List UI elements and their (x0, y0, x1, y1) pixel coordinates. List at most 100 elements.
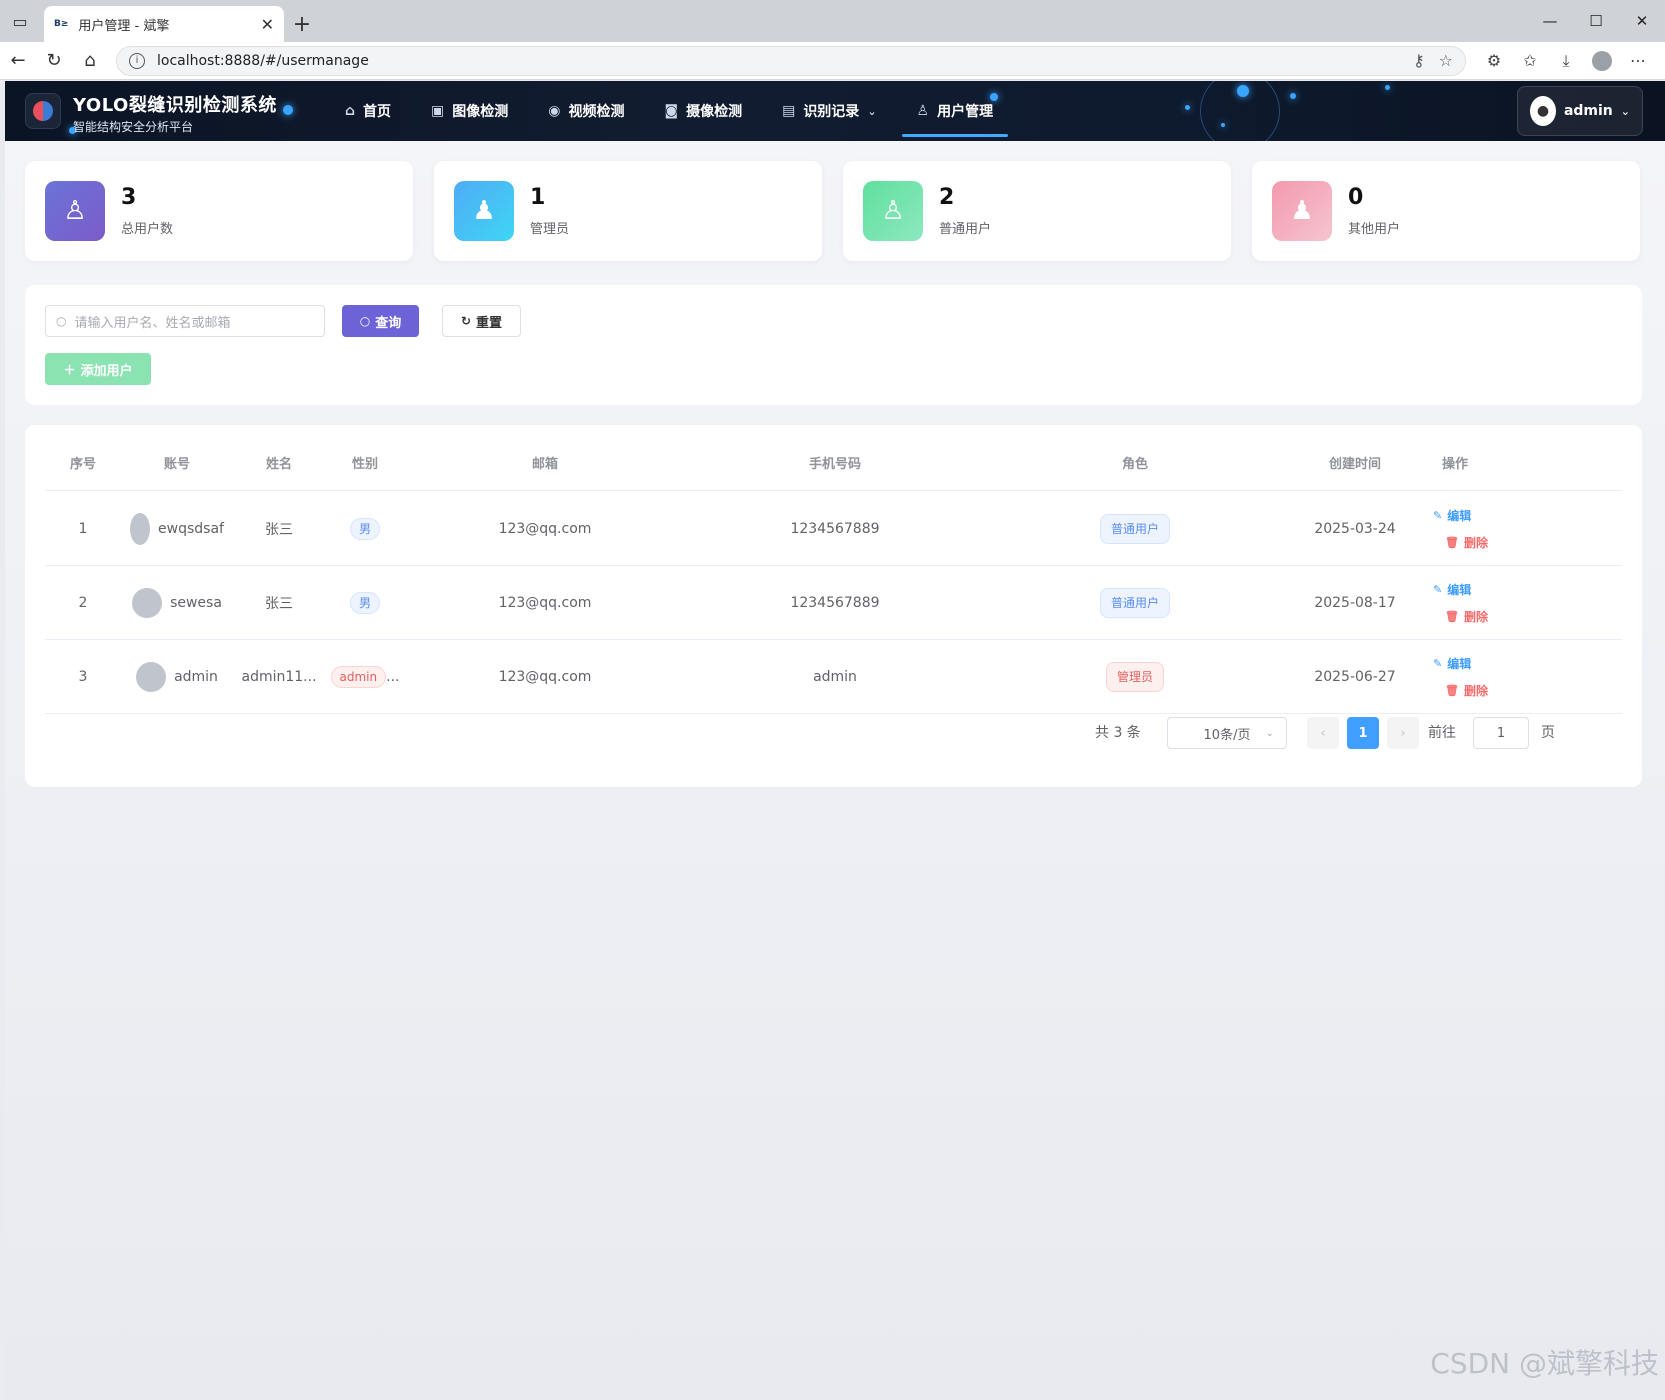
edit-button[interactable]: ✎ 编辑 (1433, 507, 1471, 524)
key-icon[interactable]: ⚷ (1413, 51, 1425, 70)
goto-label: 前往 (1428, 725, 1456, 741)
cell-gender: 男 (325, 566, 405, 640)
nav-video-detect[interactable]: ◉ 视频检测 (528, 81, 644, 141)
stat-value: 1 (530, 185, 546, 210)
gender-tag: 男 (349, 592, 380, 614)
page-size-select[interactable]: 10条/页 ⌄ (1167, 717, 1287, 749)
reset-button[interactable]: ↻ 重置 (442, 305, 521, 337)
pagination: 共 3 条 10条/页 ⌄ ‹ 1 › 前往 1 页 (25, 717, 1642, 749)
camera-icon: ◙ (664, 103, 679, 119)
decor-dot (1185, 105, 1190, 110)
search-placeholder: 请输入用户名、姓名或邮箱 (74, 315, 231, 331)
favorite-star-icon[interactable]: ☆ (1439, 51, 1453, 70)
add-user-button[interactable]: ＋添加用户 (45, 353, 151, 385)
search-input[interactable]: ○ 请输入用户名、姓名或邮箱 (45, 305, 325, 337)
app-logo[interactable] (25, 93, 61, 129)
cell-account: ewqsdsaf (121, 492, 233, 566)
chevron-right-icon: › (1400, 725, 1406, 741)
column-header: 姓名 (265, 457, 292, 472)
home-browser-icon[interactable]: ⌂ (72, 43, 108, 79)
edit-icon: ✎ (1433, 509, 1443, 522)
page-button-current[interactable]: 1 (1347, 717, 1379, 749)
cell-email: 123@qq.com (498, 669, 592, 685)
delete-button[interactable]: 🗑 删除 (1445, 534, 1488, 551)
cell-role: 普通用户 (985, 492, 1285, 566)
favorites-icon[interactable]: ✩ (1512, 43, 1548, 79)
stat-admins: ♟ 1 管理员 (434, 161, 822, 261)
nav-camera-detect[interactable]: ◙ 摄像检测 (644, 81, 762, 141)
cell-created: 2025-08-17 (1314, 595, 1396, 611)
top-nav: ⌂ 首页 ▣ 图像检测 ◉ 视频检测 ◙ 摄像检测 ▤ 识别记录 ⌄ ♙ 用户管理 (325, 81, 1013, 141)
close-tab-icon[interactable]: ✕ (261, 15, 274, 34)
edit-button[interactable]: ✎ 编辑 (1433, 581, 1471, 598)
column-header: 邮箱 (531, 457, 558, 472)
back-icon[interactable]: ← (0, 43, 36, 79)
next-page-button[interactable]: › (1387, 717, 1419, 749)
decor-dot (1290, 93, 1296, 99)
user-menu-button[interactable]: ● admin ⌄ (1517, 86, 1643, 136)
search-card: ○ 请输入用户名、姓名或邮箱 ○ 查询 ↻ 重置 ＋添加用户 (25, 285, 1642, 405)
search-icon: ○ (56, 314, 67, 328)
nav-image-detect[interactable]: ▣ 图像检测 (411, 81, 528, 141)
edit-button[interactable]: ✎ 编辑 (1433, 655, 1471, 672)
profile-icon[interactable] (1592, 50, 1612, 71)
chevron-down-icon: ⌄ (1265, 727, 1274, 739)
nav-user-manage[interactable]: ♙ 用户管理 (897, 81, 1014, 141)
column-header: 创建时间 (1328, 457, 1381, 472)
cell-name: 张三 (265, 522, 293, 538)
home-icon: ⌂ (345, 103, 356, 119)
cell-created: 2025-06-27 (1314, 669, 1396, 685)
goto-page-input[interactable]: 1 (1473, 717, 1529, 749)
cell-index: 2 (78, 595, 88, 611)
column-header: 操作 (1441, 457, 1468, 472)
more-icon[interactable]: ⋯ (1620, 43, 1656, 79)
maximize-icon[interactable]: ☐ (1573, 0, 1619, 42)
address-bar: ← ↻ ⌂ i localhost:8888/#/usermanage ⚷ ☆ … (0, 42, 1665, 80)
url-text: localhost:8888/#/usermanage (157, 52, 369, 69)
chevron-down-icon: ⌄ (867, 104, 877, 118)
stat-value: 2 (939, 185, 955, 210)
app-header: YOLO裂缝识别检测系统 智能结构安全分析平台 ⌂ 首页 ▣ 图像检测 ◉ 视频检测 … (5, 81, 1665, 141)
query-button[interactable]: ○ 查询 (342, 305, 419, 337)
site-info-icon[interactable]: i (129, 52, 145, 69)
stat-normal-users: ♙ 2 普通用户 (843, 161, 1231, 261)
user-icon: ♙ (916, 103, 930, 119)
role-tag: 普通用户 (1099, 588, 1170, 618)
cell-name: 张三 (265, 596, 293, 612)
cell-actions: ✎ 编辑 🗑 删除 (1433, 566, 1543, 640)
stat-other-users: ♟ 0 其他用户 (1252, 161, 1640, 261)
minimize-icon[interactable]: — (1527, 0, 1573, 42)
app-subtitle: 智能结构安全分析平台 (73, 120, 194, 134)
delete-button[interactable]: 🗑 删除 (1445, 608, 1488, 625)
cell-phone: 1234567889 (790, 521, 880, 537)
stat-label: 其他用户 (1348, 222, 1401, 237)
main-content: ♙ 3 总用户数 ♟ 1 管理员 ♙ 2 普通用户 ♟ 0 其他用户 ○ 请输入用户名、… (5, 141, 1665, 1400)
prev-page-button[interactable]: ‹ (1307, 717, 1339, 749)
cell-name: admin11... (241, 669, 317, 685)
delete-button[interactable]: 🗑 删除 (1445, 682, 1488, 699)
url-input[interactable]: i localhost:8888/#/usermanage ⚷ ☆ (116, 45, 1466, 76)
browser-tab-bar: ▭ B≥ 用户管理 - 斌擎 ✕ + — ☐ ✕ (0, 0, 1665, 42)
stat-value: 0 (1348, 185, 1364, 210)
table-row: 2 sewesa 张三 男 123@qq.com 1234567889 普通用户… (45, 566, 1622, 640)
close-window-icon[interactable]: ✕ (1619, 0, 1665, 42)
reload-icon[interactable]: ↻ (36, 43, 72, 79)
extensions-icon[interactable]: ⚙ (1476, 43, 1512, 79)
column-header: 序号 (69, 457, 96, 472)
image-icon: ▣ (431, 103, 445, 119)
cell-gender: 男 (325, 492, 405, 566)
nav-home[interactable]: ⌂ 首页 (325, 81, 411, 141)
table-row: 1 ewqsdsaf 张三 男 123@qq.com 1234567889 普通… (45, 492, 1622, 566)
nav-records[interactable]: ▤ 识别记录 ⌄ (762, 81, 896, 141)
edit-icon: ✎ (1433, 583, 1443, 596)
avatar (132, 588, 163, 618)
gender-tag: 男 (349, 518, 380, 540)
avatar (130, 513, 151, 545)
download-icon[interactable]: ⤓ (1548, 43, 1584, 79)
new-tab-icon[interactable]: + (284, 6, 320, 42)
cell-email: 123@qq.com (498, 595, 592, 611)
sidebar-toggle-icon[interactable]: ▭ (0, 0, 40, 42)
browser-tab[interactable]: B≥ 用户管理 - 斌擎 ✕ (44, 6, 284, 42)
stat-total-users: ♙ 3 总用户数 (25, 161, 413, 261)
stat-label: 管理员 (530, 222, 570, 237)
